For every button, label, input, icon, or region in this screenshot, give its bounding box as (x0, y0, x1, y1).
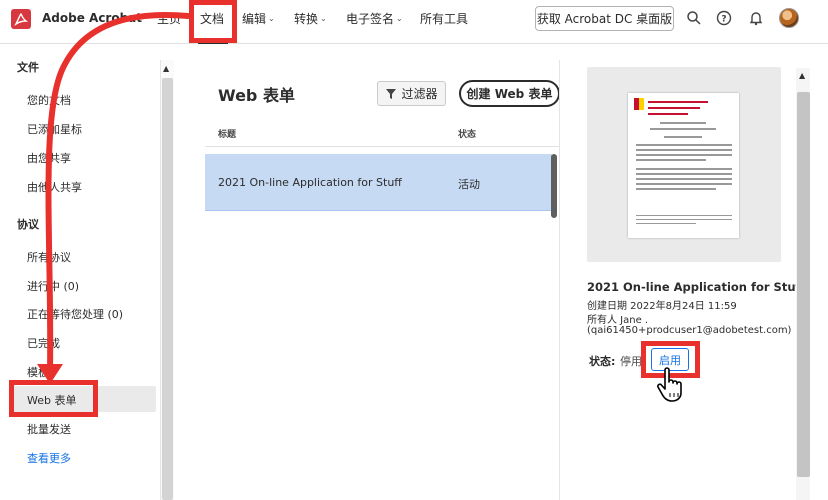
hand-cursor-icon (657, 367, 682, 402)
annotation-arrow (37, 12, 191, 384)
